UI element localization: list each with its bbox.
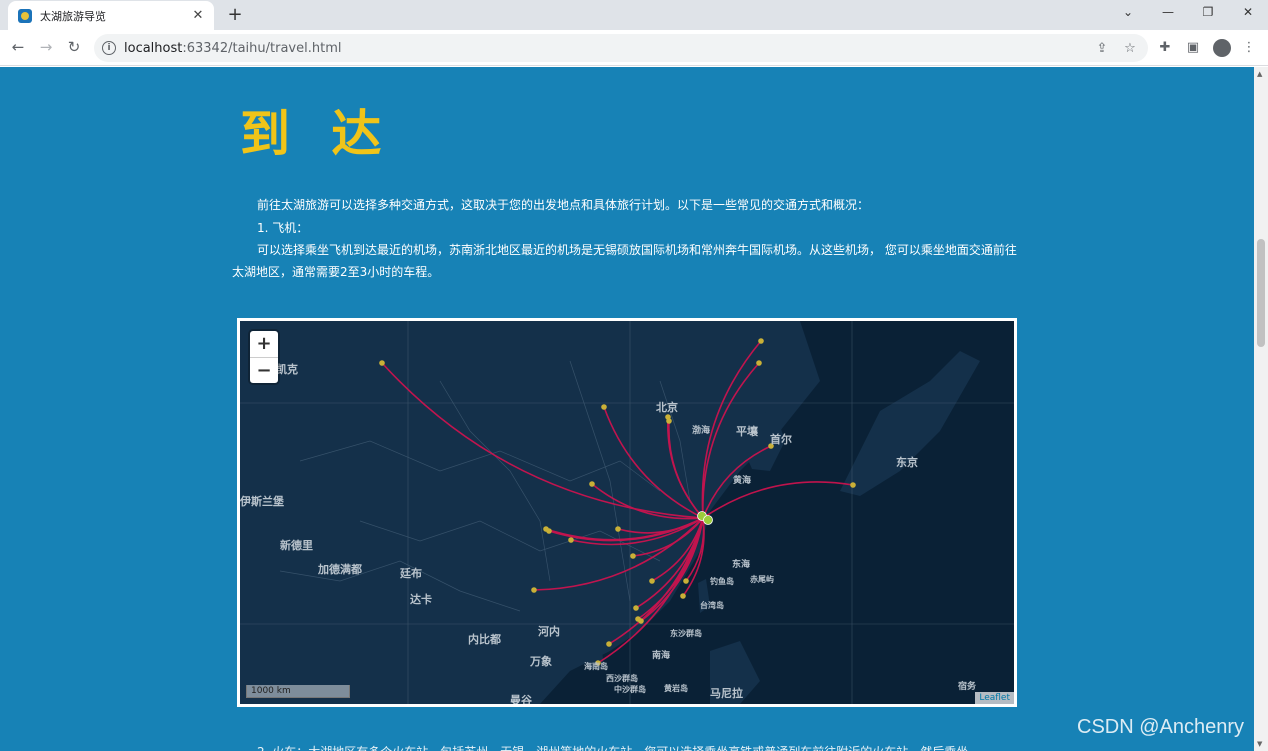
- city-point: [633, 605, 639, 611]
- forward-arrow-icon[interactable]: →: [36, 38, 56, 56]
- label-zhongsha: 中沙群岛: [614, 684, 646, 694]
- label-beijing: 北京: [656, 400, 678, 414]
- label-diaoyu: 钓鱼岛: [710, 576, 734, 586]
- tab-search-chevron-icon[interactable]: ⌄: [1118, 5, 1138, 19]
- label-chiwei: 赤尾屿: [750, 574, 774, 584]
- page-scrollbar[interactable]: ▲ ▼: [1254, 67, 1268, 751]
- label-huangyan: 黄岩岛: [664, 683, 688, 693]
- page-content: 到 达 前往太湖旅游可以选择多种交通方式，这取决于您的出发地点和具体旅行计划。以…: [0, 67, 1254, 751]
- destination-hub-point: [703, 515, 713, 525]
- address-bar: ← → ↻ i localhost:63342/taihu/travel.htm…: [0, 30, 1268, 66]
- city-point: [531, 587, 537, 593]
- city-point: [606, 641, 612, 647]
- restore-icon[interactable]: ❐: [1198, 5, 1218, 19]
- label-kazakh: 凯克: [276, 362, 298, 376]
- extensions-puzzle-icon[interactable]: ✚: [1156, 40, 1174, 55]
- label-thimphu: 廷布: [399, 566, 422, 580]
- close-tab-icon[interactable]: ✕: [188, 8, 208, 23]
- map-canvas: 凯克 北京 渤海 平壤 首尔 东京 黄海 伊斯兰堡 新德里 加德满都 廷布 达卡…: [240, 321, 1014, 704]
- label-south-sea: 南海: [652, 649, 670, 661]
- item2-partial: 2. 火车：太湖地区有多个火车站，包括苏州、无锡、湖州等地的火车站。您可以选择乘…: [232, 741, 1027, 751]
- tab-bar: 太湖旅游导览 ✕ + ⌄ — ❐ ✕: [0, 0, 1268, 30]
- back-arrow-icon[interactable]: ←: [8, 38, 28, 56]
- scroll-down-arrow-icon[interactable]: ▼: [1257, 740, 1262, 748]
- leaflet-attribution-link[interactable]: Leaflet: [975, 692, 1014, 704]
- label-xisha: 西沙群岛: [606, 673, 638, 683]
- label-bohai: 渤海: [692, 424, 710, 436]
- label-palau: 宿务: [958, 680, 977, 692]
- item1-title: 1. 飞机：: [257, 221, 309, 235]
- city-point: [680, 593, 686, 599]
- label-hainan: 海南岛: [584, 661, 608, 671]
- city-point: [601, 404, 607, 410]
- label-new-delhi: 新德里: [280, 538, 313, 552]
- label-bangkok: 曼谷: [510, 693, 533, 704]
- reload-icon[interactable]: ↻: [64, 38, 84, 56]
- label-east-sea: 东海: [732, 558, 750, 570]
- tab-title: 太湖旅游导览: [40, 9, 106, 23]
- site-info-icon[interactable]: i: [102, 41, 116, 55]
- zoom-out-button[interactable]: −: [250, 357, 278, 383]
- url-input[interactable]: i localhost:63342/taihu/travel.html ⇪ ☆: [94, 34, 1148, 62]
- label-islamabad: 伊斯兰堡: [240, 494, 284, 508]
- menu-kebab-icon[interactable]: ⋮: [1240, 40, 1258, 55]
- scroll-thumb[interactable]: [1257, 239, 1265, 347]
- label-vientiane: 万象: [529, 654, 552, 668]
- minimize-icon[interactable]: —: [1158, 5, 1178, 19]
- label-dongsha: 东沙群岛: [670, 628, 702, 638]
- city-point: [850, 482, 856, 488]
- window-close-icon[interactable]: ✕: [1238, 5, 1258, 19]
- label-dhaka: 达卡: [410, 592, 432, 606]
- map-scale-bar: 1000 km: [246, 685, 350, 698]
- city-point: [758, 338, 764, 344]
- label-tokyo: 东京: [896, 455, 918, 469]
- label-kathmandu: 加德满都: [317, 562, 362, 576]
- city-point: [756, 360, 762, 366]
- city-point: [630, 553, 636, 559]
- url-text: localhost:63342/taihu/travel.html: [124, 40, 342, 56]
- share-icon[interactable]: ⇪: [1094, 41, 1110, 56]
- label-pyongyang: 平壤: [736, 424, 759, 438]
- label-yellow-sea: 黄海: [733, 474, 751, 486]
- label-seoul: 首尔: [770, 432, 792, 446]
- route-map[interactable]: 凯克 北京 渤海 平壤 首尔 东京 黄海 伊斯兰堡 新德里 加德满都 廷布 达卡…: [237, 318, 1017, 707]
- city-point: [589, 481, 595, 487]
- profile-avatar-icon[interactable]: [1213, 39, 1231, 57]
- city-point: [683, 578, 689, 584]
- city-point: [649, 578, 655, 584]
- bookmark-star-icon[interactable]: ☆: [1122, 41, 1138, 56]
- item1-body: 可以选择乘坐飞机到达最近的机场，苏南浙北地区最近的机场是无锡硕放国际机场和常州奔…: [232, 243, 1017, 279]
- scroll-up-arrow-icon[interactable]: ▲: [1257, 70, 1262, 78]
- label-hanoi: 河内: [538, 624, 560, 638]
- label-taiwan: 台湾岛: [700, 600, 724, 610]
- zoom-in-button[interactable]: +: [250, 331, 278, 357]
- page-title: 到 达: [240, 105, 394, 163]
- label-manila: 马尼拉: [710, 686, 743, 700]
- city-point: [379, 360, 385, 366]
- zoom-control: + −: [250, 331, 278, 383]
- city-point: [666, 418, 672, 424]
- japan-land: [840, 351, 980, 496]
- city-point: [568, 537, 574, 543]
- browser-tab[interactable]: 太湖旅游导览 ✕: [8, 1, 214, 30]
- intro-paragraph: 前往太湖旅游可以选择多种交通方式，这取决于您的出发地点和具体旅行计划。以下是一些…: [257, 198, 870, 212]
- csdn-watermark: CSDN @Anchenry: [1077, 716, 1245, 738]
- city-point: [546, 528, 552, 534]
- side-panel-icon[interactable]: ▣: [1184, 40, 1202, 55]
- new-tab-button[interactable]: +: [226, 4, 244, 25]
- city-point: [615, 526, 621, 532]
- city-point: [638, 618, 644, 624]
- label-naypyidaw: 内比都: [468, 632, 501, 646]
- site-favicon-icon: [18, 8, 32, 23]
